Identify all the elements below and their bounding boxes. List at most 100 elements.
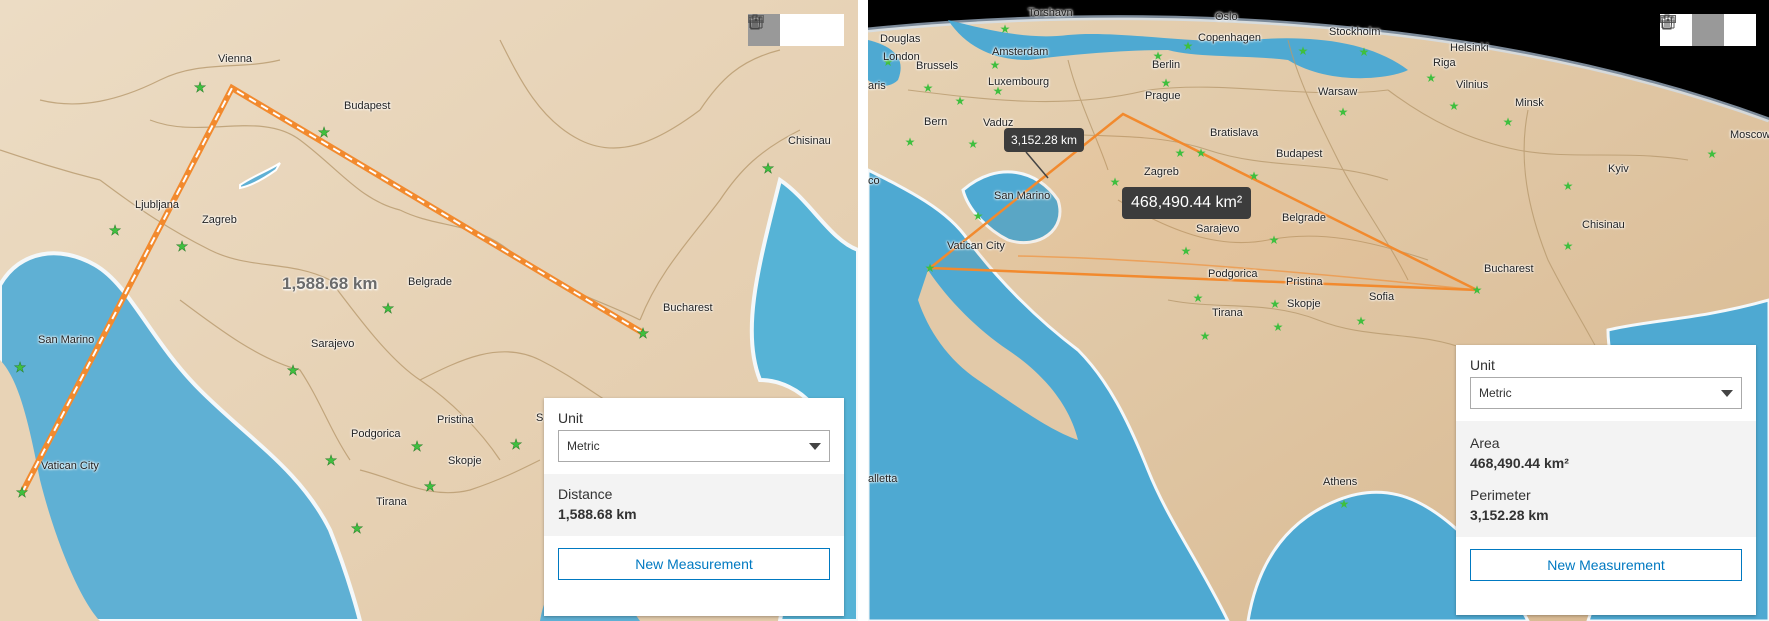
clear-measurements-button[interactable]: [1661, 14, 1756, 46]
city-label: Sofia: [1369, 291, 1395, 303]
svg-text:★: ★: [411, 438, 424, 454]
svg-text:★: ★: [325, 452, 338, 468]
city-label: Zagreb: [1144, 166, 1179, 178]
svg-text:★: ★: [1200, 329, 1211, 343]
unit-select[interactable]: Metric: [558, 430, 830, 462]
city-label: Amsterdam: [992, 46, 1049, 58]
city-label: London: [883, 51, 920, 63]
svg-text:★: ★: [16, 484, 29, 500]
city-label: Belgrade: [408, 276, 453, 288]
svg-text:★: ★: [1196, 146, 1207, 160]
svg-text:★: ★: [1000, 22, 1011, 36]
city-label: Warsaw: [1318, 86, 1358, 98]
svg-text:★: ★: [1339, 497, 1350, 511]
svg-text:★: ★: [510, 436, 523, 452]
city-label: Stockholm: [1329, 26, 1381, 38]
trash-icon: [749, 14, 761, 30]
unit-label: Unit: [1470, 357, 1495, 373]
city-label: Tirana: [376, 496, 407, 508]
svg-text:★: ★: [637, 325, 650, 341]
area-measurement-button[interactable]: [749, 14, 812, 46]
svg-text:★: ★: [1110, 175, 1121, 189]
scene-view-3d[interactable]: ★ ★ ★ ★ ★ ★ ★ ★ ★ ★ ★ ★ ★ ★ ★ ★ ★ ★ ★ ★ …: [868, 0, 1769, 621]
new-measurement-button[interactable]: New Measurement: [1470, 549, 1742, 581]
svg-text:★: ★: [1161, 76, 1172, 90]
svg-text:★: ★: [1503, 115, 1514, 129]
city-label: Prague: [1145, 90, 1181, 102]
perimeter-label: Perimeter: [1470, 487, 1531, 503]
svg-text:★: ★: [762, 160, 775, 176]
distance-map-label: 1,588.68 km: [282, 274, 378, 293]
svg-text:★: ★: [923, 81, 934, 95]
svg-text:★: ★: [925, 261, 936, 275]
svg-text:★: ★: [1193, 291, 1204, 305]
city-label: Berlin: [1152, 59, 1181, 71]
city-label: Bratislava: [1210, 127, 1259, 139]
svg-text:★: ★: [318, 124, 331, 140]
city-label: co: [868, 175, 880, 187]
city-label: Sarajevo: [311, 338, 355, 350]
city-label: Pristina: [437, 414, 474, 426]
unit-select[interactable]: Metric: [1470, 377, 1742, 409]
city-label: Douglas: [880, 33, 921, 45]
city-label: San Marino: [994, 190, 1051, 202]
trash-icon: [1661, 14, 1673, 30]
city-label: Bern: [924, 116, 948, 128]
map-view-2d[interactable]: ★ ★ ★ ★ ★ ★ ★ ★ ★ ★ ★ ★ ★ ★ ★ Vienna Bud…: [0, 0, 858, 621]
area-tooltip: 468,490.44 km²: [1122, 187, 1252, 219]
city-label: Budapest: [344, 100, 391, 112]
perimeter-tooltip: 3,152.28 km: [1004, 128, 1085, 152]
city-label: Kyiv: [1608, 163, 1629, 175]
svg-text:★: ★: [1298, 44, 1309, 58]
area-measurement-panel: Unit Metric Area 468,490.44 km² Perimete…: [1456, 345, 1756, 615]
new-measurement-button[interactable]: New Measurement: [558, 548, 830, 580]
city-label: Bucharest: [663, 302, 713, 314]
svg-text:★: ★: [1707, 147, 1718, 161]
svg-text:★: ★: [1183, 39, 1194, 53]
measurement-toolbar: [1660, 14, 1756, 46]
svg-text:★: ★: [1359, 45, 1370, 59]
svg-text:★: ★: [1472, 283, 1483, 297]
svg-text:★: ★: [1175, 146, 1186, 160]
city-label: Pristina: [1286, 276, 1323, 288]
measurement-toolbar: [748, 14, 844, 46]
svg-text:★: ★: [1449, 99, 1460, 113]
city-label: Chisinau: [788, 135, 831, 147]
svg-text:★: ★: [176, 238, 189, 254]
distance-value: 1,588.68 km: [558, 506, 637, 522]
svg-text:★: ★: [1563, 179, 1574, 193]
clear-measurements-button[interactable]: [749, 14, 844, 46]
city-label: Ljubljana: [135, 199, 180, 211]
city-label: Tirana: [1212, 307, 1243, 319]
view-divider: [858, 0, 868, 621]
svg-text:★: ★: [1269, 233, 1280, 247]
area-value: 468,490.44 km²: [1470, 455, 1569, 471]
city-label: Helsinki: [1450, 42, 1489, 54]
city-label: Copenhagen: [1198, 32, 1262, 44]
svg-text:★: ★: [1270, 297, 1281, 311]
svg-text:★: ★: [1426, 71, 1437, 85]
distance-measurement-panel: Unit Metric Distance 1,588.68 km New Mea…: [544, 398, 844, 616]
city-label: Torshavn: [1028, 7, 1073, 19]
svg-text:★: ★: [905, 135, 916, 149]
svg-text:★: ★: [1249, 169, 1260, 183]
svg-text:★: ★: [382, 300, 395, 316]
area-measurement-button[interactable]: [1661, 14, 1724, 46]
city-label: Bucharest: [1484, 263, 1534, 275]
svg-text:★: ★: [968, 137, 979, 151]
svg-text:★: ★: [194, 79, 207, 95]
city-label: Vienna: [218, 53, 253, 65]
unit-select-value: Metric: [567, 439, 600, 453]
city-label: San Marino: [38, 334, 95, 346]
area-label: Area: [1470, 435, 1500, 451]
svg-text:★: ★: [1273, 320, 1284, 334]
unit-select-value: Metric: [1479, 386, 1512, 400]
svg-text:★: ★: [955, 94, 966, 108]
perimeter-value: 3,152.28 km: [1470, 507, 1549, 523]
city-label: Skopje: [1287, 298, 1321, 310]
chevron-down-icon: [1721, 390, 1733, 397]
svg-text:★: ★: [1338, 105, 1349, 119]
city-label: Podgorica: [1208, 268, 1258, 280]
svg-text:★: ★: [1563, 239, 1574, 253]
city-label: Sarajevo: [1196, 223, 1240, 235]
